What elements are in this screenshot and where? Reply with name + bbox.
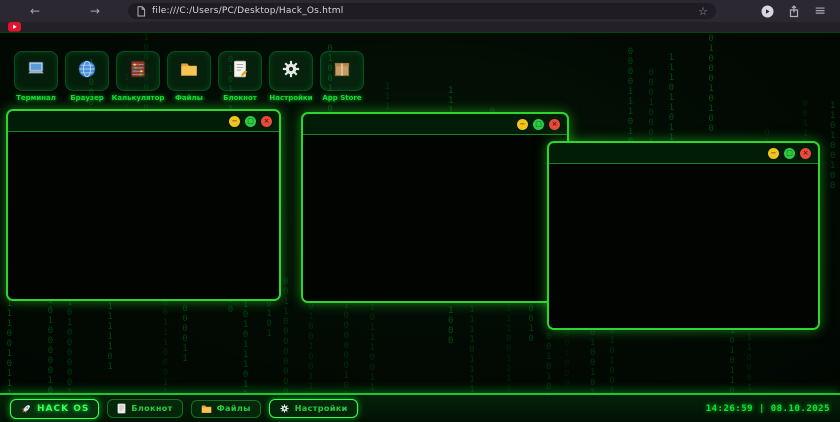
bookmark-star-icon[interactable]: ☆ [698,5,708,18]
window-titlebar[interactable]: − □ × [303,114,567,135]
desktop-icon-terminal[interactable]: Терминал [14,51,58,102]
window-content [549,164,818,328]
laptop-icon [25,58,47,84]
desktop-icons: Терминал Браузер Калькулятор Файлы Блокн… [14,51,364,102]
maximize-button[interactable]: □ [533,119,544,130]
minimize-button[interactable]: − [517,119,528,130]
desktop-icon-label: App Store [322,94,361,102]
start-button[interactable]: HACK OS [10,399,99,419]
memo-icon [229,58,251,84]
window-content [303,135,567,301]
desktop-icon-label: Блокнот [223,94,257,102]
globe-icon [76,58,98,84]
rocket-icon [20,403,32,415]
share-icon[interactable] [788,5,800,18]
taskbar-app-label: Файлы [217,404,251,413]
taskbar-app-label: Настройки [295,404,348,413]
tab-strip [0,22,840,32]
taskbar: HACK OS Блокнот Файлы Настройки 14:26:59… [0,393,840,422]
taskbar-app-label: Блокнот [131,404,172,413]
taskbar-clock: 14:26:59 | 08.10.2025 [706,404,830,414]
window-titlebar[interactable]: − □ × [8,111,279,132]
url-text[interactable]: file:///C:/Users/PC/Desktop/Hack_Os.html [152,6,343,16]
desktop-icon-label: Калькулятор [112,94,165,102]
window-titlebar[interactable]: − □ × [549,143,818,164]
maximize-button[interactable]: □ [784,148,795,159]
back-button[interactable]: ← [30,0,40,22]
url-bar[interactable]: file:///C:/Users/PC/Desktop/Hack_Os.html… [128,3,716,19]
window-content [8,132,279,299]
memo-icon [117,403,126,414]
page-icon [136,6,146,17]
extension-icon[interactable] [761,5,774,18]
browser-toolbar: ← → file:///C:/Users/PC/Desktop/Hack_Os.… [0,0,840,22]
window-notepad[interactable]: − □ × [6,109,281,301]
desktop-icon-appstore[interactable]: App Store [320,51,364,102]
folder-icon [201,404,212,414]
taskbar-app-settings[interactable]: Настройки [269,399,358,418]
desktop-icon-calculator[interactable]: Калькулятор [116,51,160,102]
desktop-icon-label: Терминал [16,94,56,102]
video-tab-icon[interactable] [8,22,21,32]
desktop: 1 1 1 0 0 0 0 1 1 1 0 0 0 1 1 1 0 0 1 0 … [0,32,840,393]
start-label: HACK OS [37,404,89,414]
package-icon [331,58,353,84]
abacus-icon [127,58,149,84]
minimize-button[interactable]: − [229,116,240,127]
desktop-icon-label: Настройки [269,94,312,102]
desktop-icon-notepad[interactable]: Блокнот [218,51,262,102]
desktop-icon-settings[interactable]: Настройки [269,51,313,102]
window-files[interactable]: − □ × [301,112,569,303]
minimize-button[interactable]: − [768,148,779,159]
taskbar-app-notepad[interactable]: Блокнот [107,399,182,418]
close-button[interactable]: × [800,148,811,159]
desktop-icon-label: Файлы [175,94,203,102]
menu-icon[interactable]: ≡ [814,0,826,22]
gear-icon [279,403,290,414]
close-button[interactable]: × [549,119,560,130]
maximize-button[interactable]: □ [245,116,256,127]
gear-icon [280,58,302,84]
taskbar-app-files[interactable]: Файлы [191,400,261,418]
forward-button[interactable]: → [90,0,100,22]
desktop-icon-files[interactable]: Файлы [167,51,211,102]
desktop-icon-label: Браузер [70,94,103,102]
desktop-icon-browser[interactable]: Браузер [65,51,109,102]
window-settings[interactable]: − □ × [547,141,820,330]
folder-icon [178,58,200,84]
close-button[interactable]: × [261,116,272,127]
